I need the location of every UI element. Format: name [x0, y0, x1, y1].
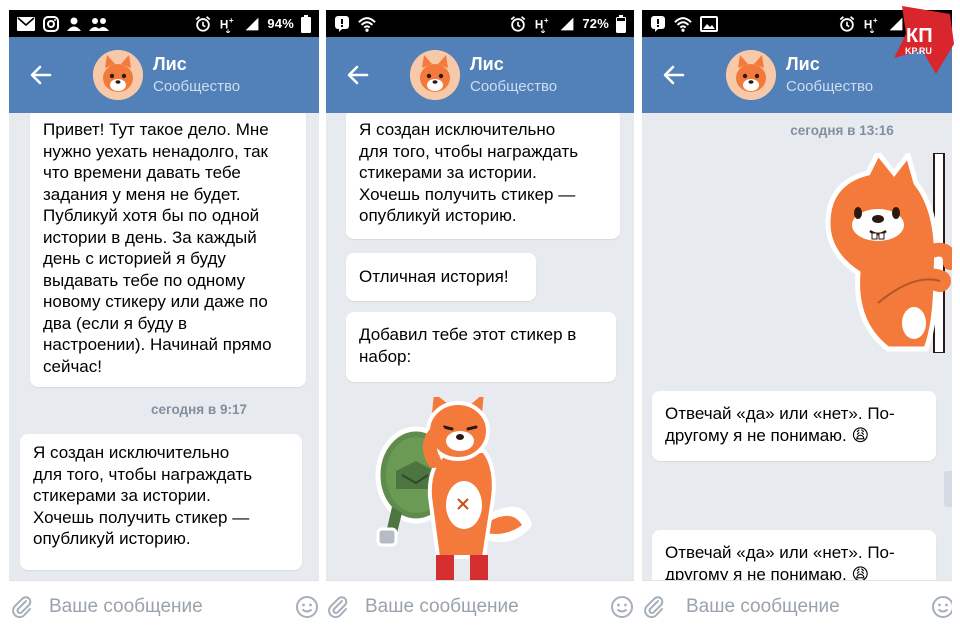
- attach-button[interactable]: [9, 581, 34, 633]
- avatar[interactable]: [726, 50, 776, 100]
- chat-name: Лис: [153, 54, 187, 74]
- timestamp: сегодня в 9:17: [151, 402, 247, 417]
- alert-icon: [650, 15, 666, 33]
- message-input[interactable]: [686, 586, 931, 627]
- back-arrow-icon: [347, 65, 369, 85]
- message-list[interactable]: Привет! Тут такое дело. Мне нужно уехать…: [9, 113, 319, 580]
- image-icon: [700, 15, 718, 33]
- message-input[interactable]: [365, 586, 610, 627]
- message-text: Я создан исключительно для того, чтобы н…: [33, 443, 253, 548]
- message-bubble[interactable]: Я создан исключительно для того, чтобы н…: [20, 434, 302, 570]
- message-text: Отличная история!: [359, 267, 509, 286]
- chat-subtitle: Сообщество: [470, 78, 558, 95]
- message-bubble[interactable]: Я создан исключительно для того, чтобы н…: [346, 113, 620, 239]
- battery-icon: [616, 14, 626, 33]
- message-text: Отвечай «да» или «нет». По- другому я не…: [665, 404, 895, 445]
- message-text: Я создан исключительно для того, чтобы н…: [359, 120, 579, 225]
- kp-logo-main: КП: [906, 25, 933, 47]
- avatar[interactable]: [410, 50, 460, 100]
- message-composer: [326, 580, 634, 632]
- battery-percent: 94%: [267, 16, 294, 31]
- status-bar: 94%: [9, 10, 319, 37]
- chat-screen-3: Лис Сообщество сегодня в 13:16 Отвечай «…: [642, 10, 952, 632]
- message-composer: [642, 580, 952, 632]
- chat-subtitle: Сообщество: [786, 78, 874, 95]
- back-button[interactable]: [9, 37, 73, 113]
- alert-icon: [334, 15, 350, 33]
- paperclip-icon: [644, 595, 664, 618]
- chat-name: Лис: [470, 54, 504, 74]
- status-bar: 72%: [326, 10, 634, 37]
- paperclip-icon: [11, 595, 31, 618]
- smiley-icon: [295, 595, 318, 618]
- emoji-button[interactable]: [294, 581, 319, 633]
- kp-logo-sub: KP.RU: [905, 46, 932, 56]
- attach-button[interactable]: [642, 581, 666, 633]
- alarm-icon: [509, 15, 527, 33]
- avatar[interactable]: [93, 50, 143, 100]
- fox-backpack-sticker[interactable]: [372, 397, 542, 580]
- message-bubble[interactable]: Отличная история!: [346, 253, 536, 301]
- battery-icon: [301, 14, 311, 33]
- instagram-icon: [43, 15, 59, 33]
- paperclip-icon: [328, 595, 348, 618]
- message-bubble[interactable]: Отвечай «да» или «нет». По- другому я не…: [652, 391, 936, 461]
- message-composer: [9, 580, 319, 632]
- back-button[interactable]: [642, 37, 706, 113]
- smiley-icon: [611, 595, 633, 618]
- signal-icon: [244, 15, 260, 33]
- battery-percent: 72%: [582, 16, 609, 31]
- message-bubble[interactable]: Отвечай «да» или «нет». По- другому я не…: [652, 530, 936, 580]
- chat-title[interactable]: Лис Сообщество: [470, 53, 557, 97]
- mail-icon: [17, 15, 35, 33]
- alarm-icon: [194, 15, 212, 33]
- alarm-icon: [838, 15, 856, 33]
- smiley-icon: [932, 595, 952, 618]
- back-arrow-icon: [30, 65, 52, 85]
- chat-title[interactable]: Лис Сообщество: [786, 53, 873, 97]
- signal-icon: [559, 15, 575, 33]
- scroll-indicator[interactable]: [944, 471, 952, 507]
- emoji-button[interactable]: [931, 581, 952, 633]
- message-bubble[interactable]: Привет! Тут такое дело. Мне нужно уехать…: [30, 113, 306, 387]
- message-list[interactable]: сегодня в 13:16 Отвечай «да» или «нет». …: [642, 113, 952, 580]
- chat-header: Лис Сообщество: [326, 37, 634, 113]
- emoji-button[interactable]: [610, 581, 634, 633]
- chat-name: Лис: [786, 54, 820, 74]
- message-text: Привет! Тут такое дело. Мне нужно уехать…: [43, 120, 272, 376]
- chat-screen-2: 72% Лис Сообщество Я создан исключительн…: [326, 10, 634, 632]
- wifi-icon: [358, 15, 376, 33]
- kp-logo: КП KP.RU: [894, 6, 954, 74]
- back-arrow-icon: [663, 65, 685, 85]
- chat-title[interactable]: Лис Сообщество: [153, 53, 240, 97]
- group-icon: [89, 15, 109, 33]
- network-hplus-icon: [863, 15, 881, 33]
- chat-header: Лис Сообщество: [9, 37, 319, 113]
- network-hplus-icon: [534, 15, 552, 33]
- wifi-icon: [674, 15, 692, 33]
- message-text: Отвечай «да» или «нет». По- другому я не…: [665, 543, 895, 580]
- attach-button[interactable]: [326, 581, 350, 633]
- message-text: Добавил тебе этот стикер в набор:: [359, 325, 577, 366]
- message-bubble[interactable]: Добавил тебе этот стикер в набор:: [346, 312, 616, 382]
- chat-screen-1: 94% Лис Сообщество Привет! Тут такое дел…: [9, 10, 319, 632]
- network-hplus-icon: [219, 15, 237, 33]
- person-icon: [67, 15, 81, 33]
- timestamp: сегодня в 13:16: [790, 123, 894, 138]
- fox-peeking-sticker[interactable]: [818, 153, 952, 353]
- chat-subtitle: Сообщество: [153, 78, 241, 95]
- message-input[interactable]: [49, 586, 294, 627]
- message-list[interactable]: Я создан исключительно для того, чтобы н…: [326, 113, 634, 580]
- back-button[interactable]: [326, 37, 390, 113]
